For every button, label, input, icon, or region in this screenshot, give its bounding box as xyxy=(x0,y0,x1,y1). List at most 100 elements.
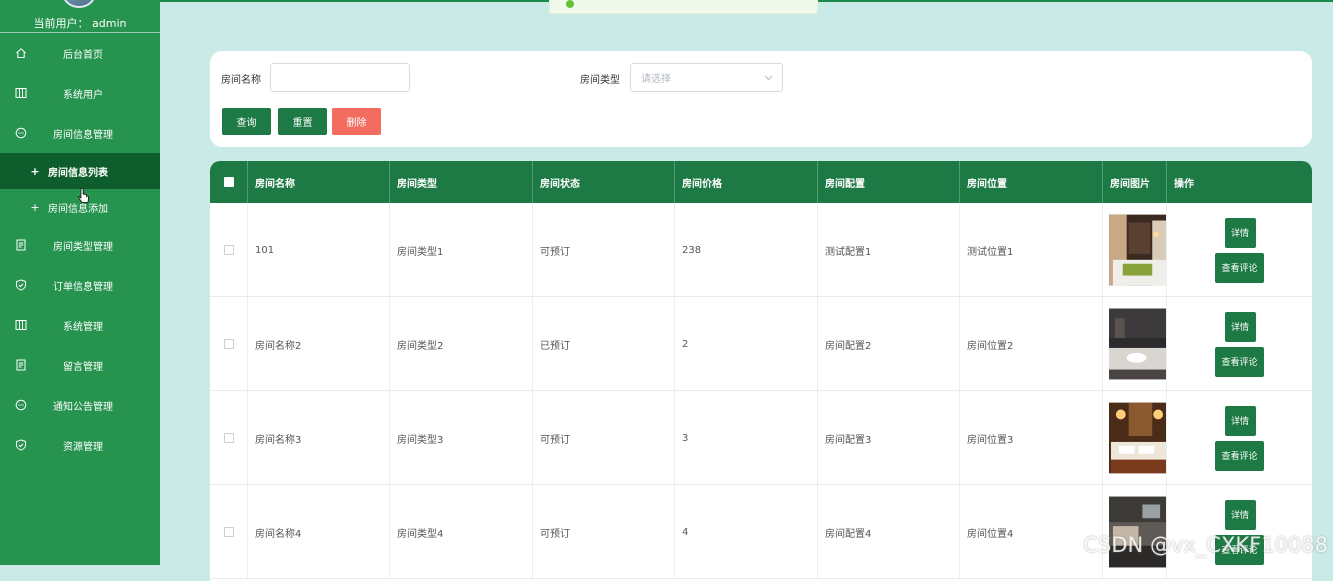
sidebar-item-home[interactable]: 后台首页 xyxy=(0,33,160,73)
sidebar-item-room-type[interactable]: 房间类型管理 xyxy=(0,225,160,265)
sidebar: 当前用户： admin 后台首页 系统用户 房间信息管理 + 房间信息列表 + … xyxy=(0,0,160,565)
cell-operations: 详情 查看评论 xyxy=(1167,391,1312,485)
cell-room-image xyxy=(1103,297,1167,391)
columns-icon xyxy=(15,320,27,330)
delete-button[interactable]: 删除 xyxy=(332,108,381,135)
sidebar-item-messages[interactable]: 留言管理 xyxy=(0,345,160,385)
detail-button[interactable]: 详情 xyxy=(1224,499,1256,530)
view-comments-button[interactable]: 查看评论 xyxy=(1215,440,1264,471)
detail-button[interactable]: 详情 xyxy=(1224,311,1256,342)
room-type-label: 房间类型 xyxy=(580,75,620,86)
mouse-cursor-icon xyxy=(78,188,89,203)
plus-icon: + xyxy=(30,164,40,178)
reset-button[interactable]: 重置 xyxy=(278,108,327,135)
view-comments-button[interactable]: 查看评论 xyxy=(1215,346,1264,377)
cell-room-type: 房间类型2 xyxy=(390,297,533,391)
cell-room-config: 房间配置3 xyxy=(818,391,960,485)
sidebar-subitem-room-list[interactable]: + 房间信息列表 xyxy=(0,153,160,189)
header-room-image: 房间图片 xyxy=(1103,161,1167,203)
search-panel: 房间名称 房间类型 请选择 查询 重置 删除 xyxy=(210,51,1312,147)
table-row: 房间名称3 房间类型3 可预订 3 房间配置3 房间位置3 详情 查看评论 xyxy=(210,391,1312,485)
room-photo[interactable] xyxy=(1109,402,1166,474)
query-button[interactable]: 查询 xyxy=(222,108,271,135)
row-checkbox[interactable] xyxy=(223,339,234,349)
sidebar-item-resources[interactable]: 资源管理 xyxy=(0,425,160,465)
header-room-type[interactable]: 房间类型 xyxy=(390,161,533,203)
select-all-checkbox[interactable] xyxy=(223,177,234,187)
row-checkbox[interactable] xyxy=(223,245,234,255)
shield-check-icon xyxy=(16,279,26,291)
success-toast xyxy=(549,0,818,14)
room-name-label: 房间名称 xyxy=(221,75,261,86)
detail-button[interactable]: 详情 xyxy=(1224,217,1256,248)
plus-icon: + xyxy=(30,200,40,214)
cell-room-image xyxy=(1103,391,1167,485)
columns-icon xyxy=(15,88,27,98)
table-row: 房间名称2 房间类型2 已预订 2 房间配置2 房间位置2 详情 查看评论 xyxy=(210,297,1312,391)
view-comments-button[interactable]: 查看评论 xyxy=(1215,252,1264,283)
table-header: 房间名称 房间类型 房间状态 房间价格 房间配置 房间位置 房间图片 操作 xyxy=(210,161,1312,203)
cell-room-price: 3 xyxy=(675,391,818,485)
chevron-down-icon xyxy=(764,75,773,81)
cell-room-status: 可预订 xyxy=(533,391,675,485)
cell-room-price: 2 xyxy=(675,297,818,391)
cell-room-location: 房间位置2 xyxy=(960,297,1103,391)
sidebar-item-system-users[interactable]: 系统用户 xyxy=(0,73,160,113)
row-checkbox-cell xyxy=(210,203,248,297)
avatar[interactable] xyxy=(62,0,96,8)
current-user-name: admin xyxy=(92,17,127,30)
header-room-status[interactable]: 房间状态 xyxy=(533,161,675,203)
header-room-location[interactable]: 房间位置 xyxy=(960,161,1103,203)
room-table: 房间名称 房间类型 房间状态 房间价格 房间配置 房间位置 房间图片 操作 10… xyxy=(210,161,1312,581)
row-checkbox[interactable] xyxy=(223,527,234,537)
header-room-config[interactable]: 房间配置 xyxy=(818,161,960,203)
cell-room-config: 房间配置2 xyxy=(818,297,960,391)
cell-room-name: 101 xyxy=(248,203,390,297)
room-photo[interactable] xyxy=(1109,496,1166,568)
sidebar-menu: 后台首页 系统用户 房间信息管理 + 房间信息列表 + 房间信息添加 房间类型管… xyxy=(0,33,160,465)
sidebar-item-room-info[interactable]: 房间信息管理 xyxy=(0,113,160,153)
room-photo[interactable] xyxy=(1109,214,1166,286)
cell-room-status: 可预订 xyxy=(533,203,675,297)
header-room-name[interactable]: 房间名称 xyxy=(248,161,390,203)
cell-room-status: 已预订 xyxy=(533,297,675,391)
row-checkbox-cell xyxy=(210,391,248,485)
cell-room-image xyxy=(1103,203,1167,297)
sidebar-subitem-label: 房间信息列表 xyxy=(48,167,108,179)
cell-room-type: 房间类型1 xyxy=(390,203,533,297)
chat-icon xyxy=(15,399,27,411)
table-row: 101 房间类型1 可预订 238 测试配置1 测试位置1 详情 查看评论 xyxy=(210,203,1312,297)
user-panel: 当前用户： admin xyxy=(0,0,160,33)
cell-room-price: 238 xyxy=(675,203,818,297)
room-name-input[interactable] xyxy=(270,63,410,92)
current-user: 当前用户： admin xyxy=(0,15,160,31)
cell-room-name: 房间名称3 xyxy=(248,391,390,485)
cell-room-location: 测试位置1 xyxy=(960,203,1103,297)
cell-operations: 详情 查看评论 xyxy=(1167,203,1312,297)
success-icon xyxy=(566,0,574,8)
sidebar-item-system[interactable]: 系统管理 xyxy=(0,305,160,345)
cell-room-name: 房间名称2 xyxy=(248,297,390,391)
cell-room-config: 测试配置1 xyxy=(818,203,960,297)
header-operations: 操作 xyxy=(1174,178,1194,190)
detail-button[interactable]: 详情 xyxy=(1224,405,1256,436)
cell-room-type: 房间类型3 xyxy=(390,391,533,485)
document-icon xyxy=(16,239,26,251)
room-photo[interactable] xyxy=(1109,308,1166,380)
room-type-placeholder: 请选择 xyxy=(641,74,671,85)
table-body: 101 房间类型1 可预订 238 测试配置1 测试位置1 详情 查看评论 房间… xyxy=(210,203,1312,579)
row-checkbox-cell xyxy=(210,297,248,391)
cell-operations: 详情 查看评论 xyxy=(1167,297,1312,391)
document-icon xyxy=(16,359,26,371)
shield-check-icon xyxy=(16,439,26,451)
header-checkbox-cell xyxy=(210,161,248,203)
row-checkbox[interactable] xyxy=(223,433,234,443)
sidebar-item-orders[interactable]: 订单信息管理 xyxy=(0,265,160,305)
room-type-select[interactable]: 请选择 xyxy=(630,63,783,92)
watermark: CSDN @vx_CXKF10088 xyxy=(1083,533,1328,557)
current-user-label: 当前用户： xyxy=(33,17,89,30)
sidebar-item-notices[interactable]: 通知公告管理 xyxy=(0,385,160,425)
cell-room-location: 房间位置3 xyxy=(960,391,1103,485)
header-room-price[interactable]: 房间价格 xyxy=(675,161,818,203)
home-icon xyxy=(16,48,26,58)
